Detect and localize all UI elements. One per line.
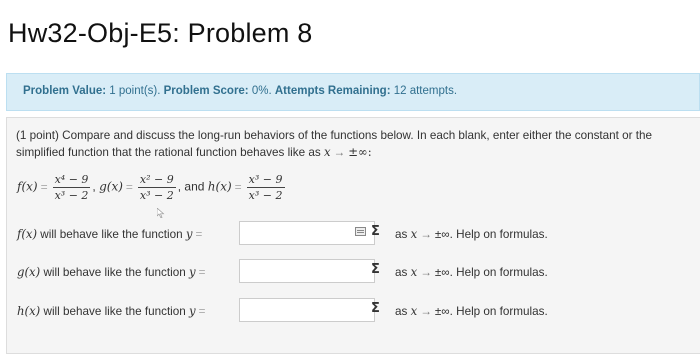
g-numerator: x² − 9 [137,173,176,188]
problem-body: (1 point) Compare and discuss the long-r… [6,117,700,354]
answer-row-f: f(x) will behave like the function y = Σ … [17,221,697,247]
attempts-remaining-label: Attempts Remaining: [274,85,391,97]
g-fraction: x² − 9 x³ − 2 [137,173,176,202]
and-text: , and [177,179,205,194]
row-fn: f(x) [17,227,38,241]
row-suffix: as x → ±∞. Help on formulas. [395,227,548,241]
problem-value-label: Problem Value: [23,85,107,97]
h-numerator: x³ − 9 [246,173,285,188]
f-numerator: x⁴ − 9 [52,173,91,188]
answer-input-h[interactable] [239,298,375,322]
row-text: will behave like the function [43,266,186,279]
answer-row-g: g(x) will behave like the function y = Σ … [17,259,697,285]
h-name: h(x) [207,179,232,194]
problem-value: 1 point(s). [109,85,161,97]
problem-intro: (1 point) Compare and discuss the long-r… [16,129,653,159]
page-title: Hw32-Obj-E5: Problem 8 [8,18,313,48]
mouse-cursor-icon [157,208,165,218]
row-suffix: as x → ±∞. Help on formulas. [395,304,548,318]
intro-math: x [323,145,331,159]
g-denominator: x³ − 2 [139,189,174,202]
equation-editor-icon[interactable]: Σ [371,301,380,316]
row-fn: g(x) [17,265,41,279]
problem-score-label: Problem Score: [163,85,249,97]
preview-icon[interactable] [355,227,366,236]
answer-row-h: h(x) will behave like the function y = Σ … [17,298,697,324]
h-denominator: x³ − 2 [248,189,283,202]
equation-editor-icon[interactable]: Σ [371,262,380,277]
h-fraction: x³ − 9 x³ − 2 [246,173,285,202]
function-definitions: f(x) = x⁴ − 9 x³ − 2, g(x) = x² − 9 x³ − 2, an… [17,173,285,202]
f-denominator: x³ − 2 [54,189,89,202]
answer-input-g[interactable] [239,259,375,283]
arrow-icon: → [333,146,346,159]
equation-editor-icon[interactable]: Σ [371,224,380,239]
row-fn: h(x) [17,304,41,318]
problem-score: 0%. [251,85,272,97]
problem-info-bar: Problem Value: 1 point(s). Problem Score… [6,73,700,111]
row-text: will behave like the function [43,305,186,318]
f-name: f(x) [17,179,38,194]
attempts-remaining: 12 attempts. [393,85,458,97]
f-fraction: x⁴ − 9 x³ − 2 [52,173,91,202]
g-name: g(x) [99,179,123,194]
row-text: will behave like the function [40,228,183,241]
row-suffix: as x → ±∞. Help on formulas. [395,265,548,279]
